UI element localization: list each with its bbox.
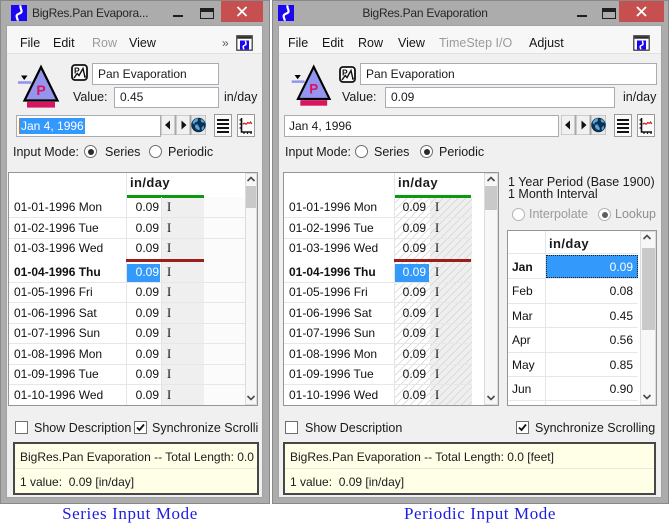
svg-text:P: P: [36, 82, 45, 98]
svg-text:P: P: [309, 82, 318, 97]
